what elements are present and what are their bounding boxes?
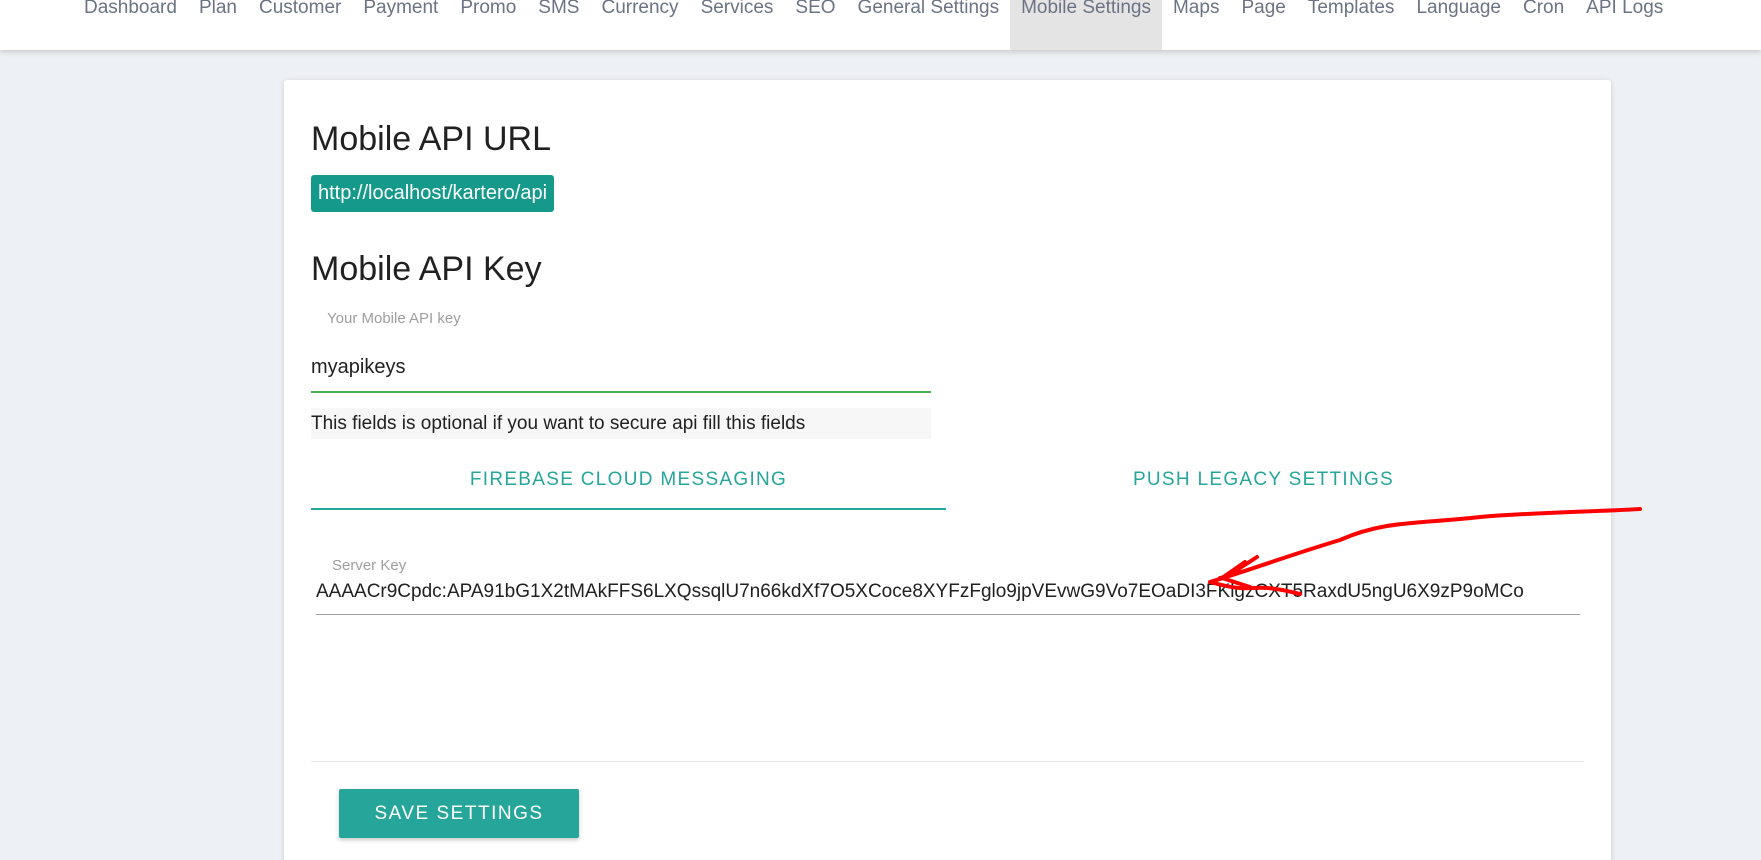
- nav-item-services[interactable]: Services: [690, 0, 785, 50]
- nav-item-maps[interactable]: Maps: [1162, 0, 1230, 50]
- top-navigation-bar: Dashboard Plan Customer Payment Promo SM…: [0, 0, 1761, 50]
- api-key-input[interactable]: [311, 343, 931, 393]
- mobile-settings-card: Mobile API URL http://localhost/kartero/…: [284, 80, 1611, 860]
- nav-item-promo[interactable]: Promo: [449, 0, 527, 50]
- push-settings-tabs: FIREBASE CLOUD MESSAGING PUSH LEGACY SET…: [311, 463, 1581, 510]
- nav-item-dashboard[interactable]: Dashboard: [73, 0, 188, 50]
- nav-item-page[interactable]: Page: [1230, 0, 1296, 50]
- nav-item-customer[interactable]: Customer: [248, 0, 352, 50]
- nav-menu: Dashboard Plan Customer Payment Promo SM…: [73, 0, 1674, 50]
- nav-item-api-logs[interactable]: API Logs: [1575, 0, 1674, 50]
- nav-item-plan[interactable]: Plan: [188, 0, 248, 50]
- nav-item-sms[interactable]: SMS: [527, 0, 590, 50]
- mobile-api-url-heading: Mobile API URL: [311, 120, 551, 158]
- api-key-helper-text: This fields is optional if you want to s…: [311, 408, 931, 439]
- nav-item-mobile-settings[interactable]: Mobile Settings: [1010, 0, 1162, 50]
- nav-item-cron[interactable]: Cron: [1512, 0, 1575, 50]
- nav-item-currency[interactable]: Currency: [590, 0, 689, 50]
- mobile-api-url-badge: http://localhost/kartero/api: [311, 175, 555, 212]
- nav-item-language[interactable]: Language: [1405, 0, 1512, 50]
- nav-item-general-settings[interactable]: General Settings: [847, 0, 1011, 50]
- tab-firebase-cloud-messaging[interactable]: FIREBASE CLOUD MESSAGING: [311, 463, 946, 510]
- save-settings-button[interactable]: SAVE SETTINGS: [339, 789, 579, 838]
- server-key-input[interactable]: [316, 570, 1580, 615]
- api-key-field-label: Your Mobile API key: [327, 310, 461, 327]
- mobile-api-key-heading: Mobile API Key: [311, 250, 542, 288]
- form-divider: [311, 761, 1584, 762]
- nav-item-seo[interactable]: SEO: [784, 0, 846, 50]
- nav-item-payment[interactable]: Payment: [352, 0, 449, 50]
- nav-item-templates[interactable]: Templates: [1297, 0, 1406, 50]
- tab-push-legacy-settings[interactable]: PUSH LEGACY SETTINGS: [946, 463, 1581, 510]
